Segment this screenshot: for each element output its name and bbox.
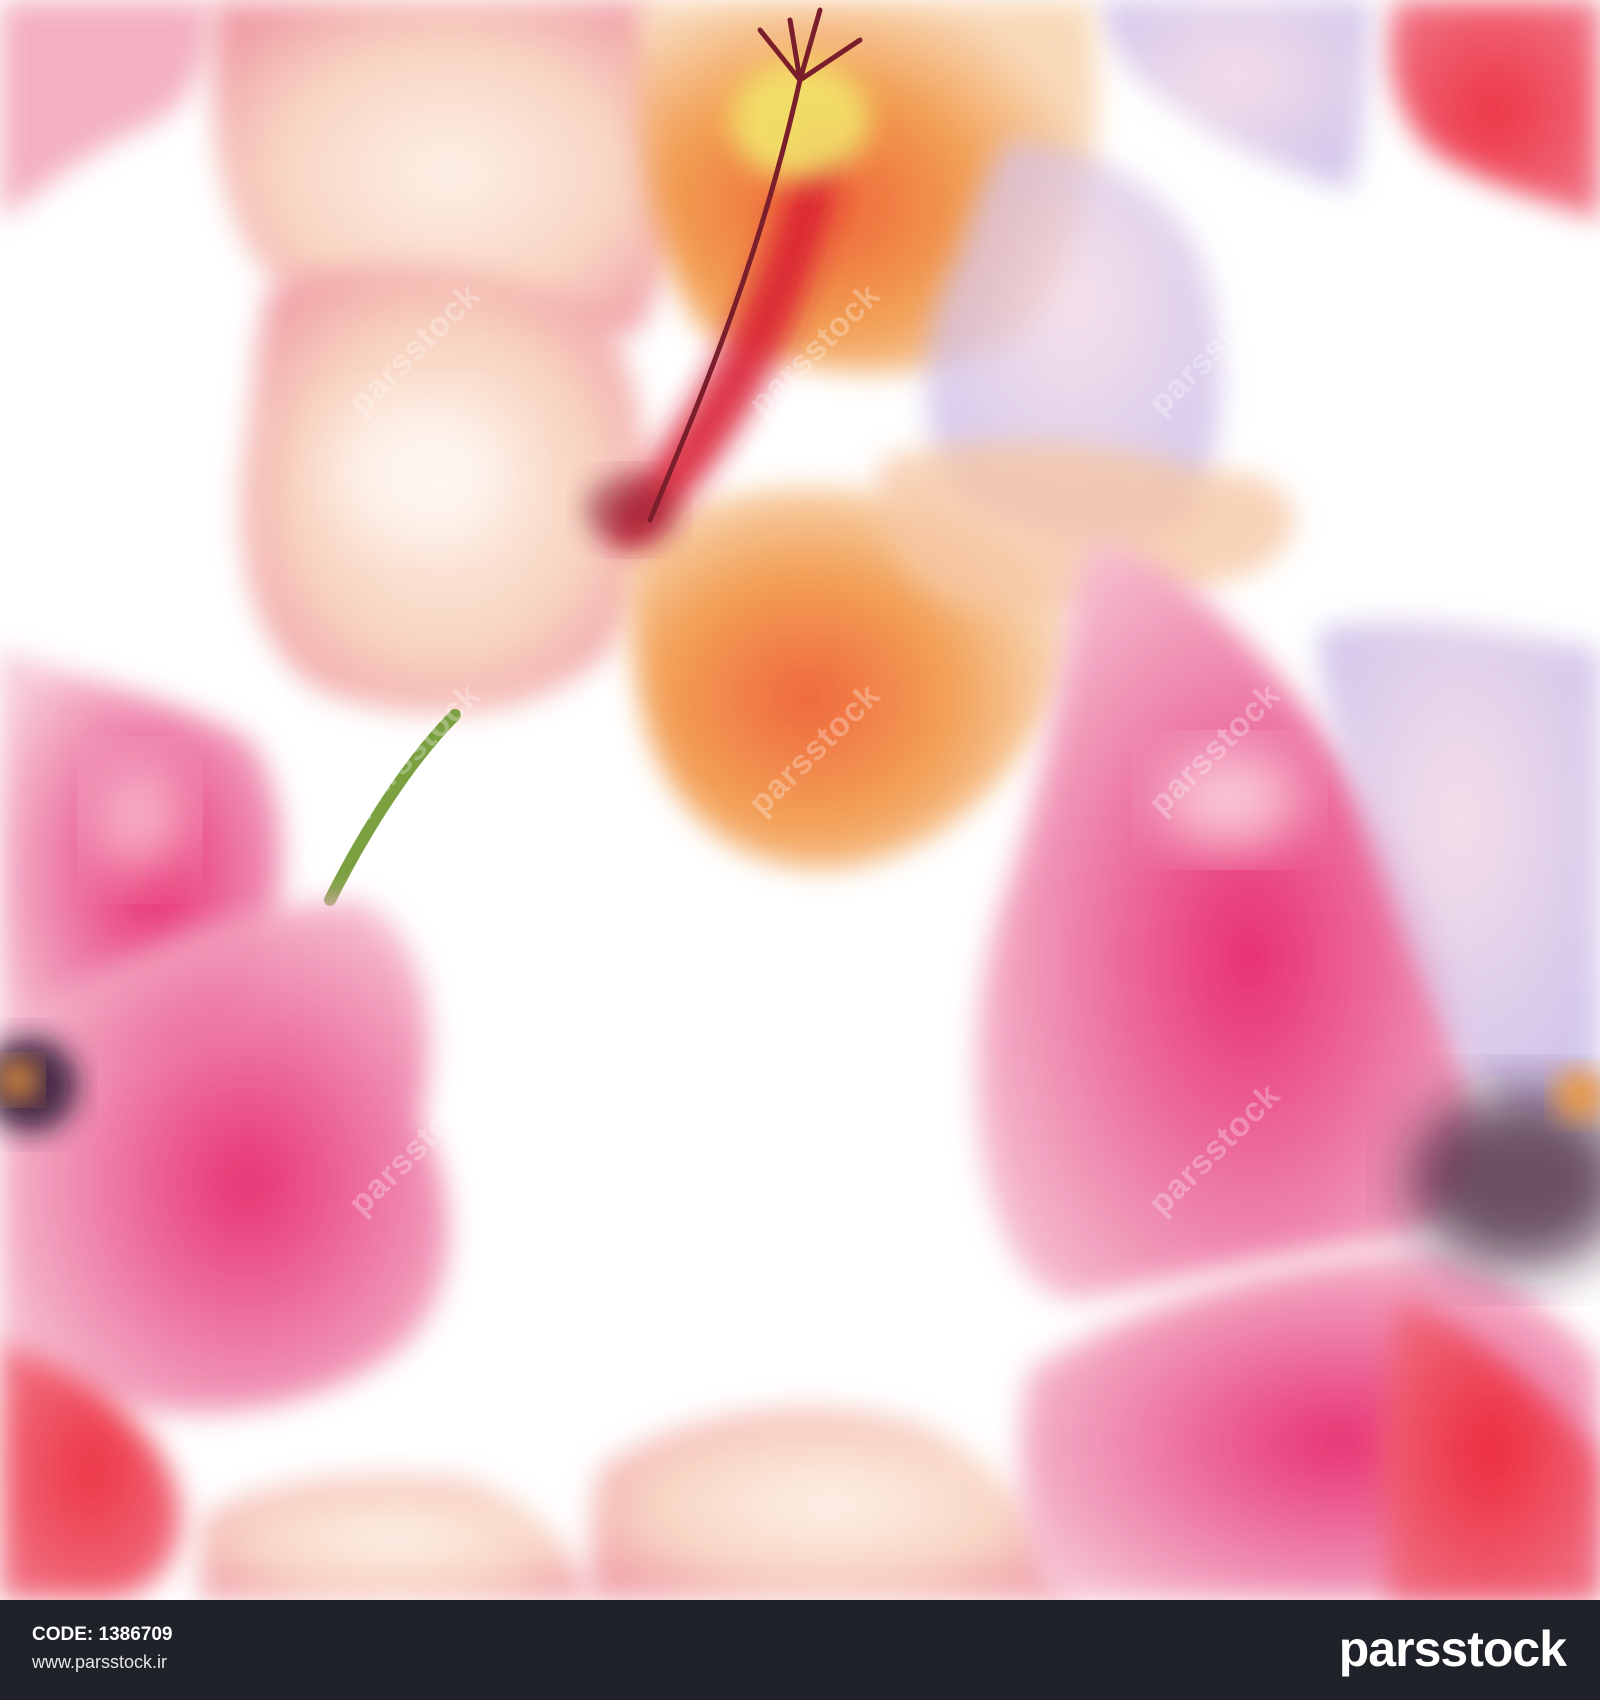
code-value: 1386709	[98, 1624, 173, 1645]
code-label: CODE:	[32, 1624, 94, 1645]
stock-footer-bar: CODE: 1386709 www.parsstock.ir parsstock	[0, 1600, 1600, 1700]
highlight-top-flower	[330, 400, 510, 540]
highlight-left-flower	[95, 760, 185, 880]
image-code: CODE: 1386709	[32, 1624, 172, 1646]
highlight-right-flower	[1160, 750, 1300, 850]
flower-illustration	[0, 0, 1600, 1600]
top-flower-throat	[585, 475, 675, 545]
page: parsstock parsstock parsstock parsstock …	[0, 0, 1600, 1700]
parsstock-logo: parsstock	[1338, 1621, 1567, 1677]
watercolor-artwork: parsstock parsstock parsstock parsstock …	[0, 0, 1600, 1600]
website-url: www.parsstock.ir	[32, 1652, 168, 1672]
